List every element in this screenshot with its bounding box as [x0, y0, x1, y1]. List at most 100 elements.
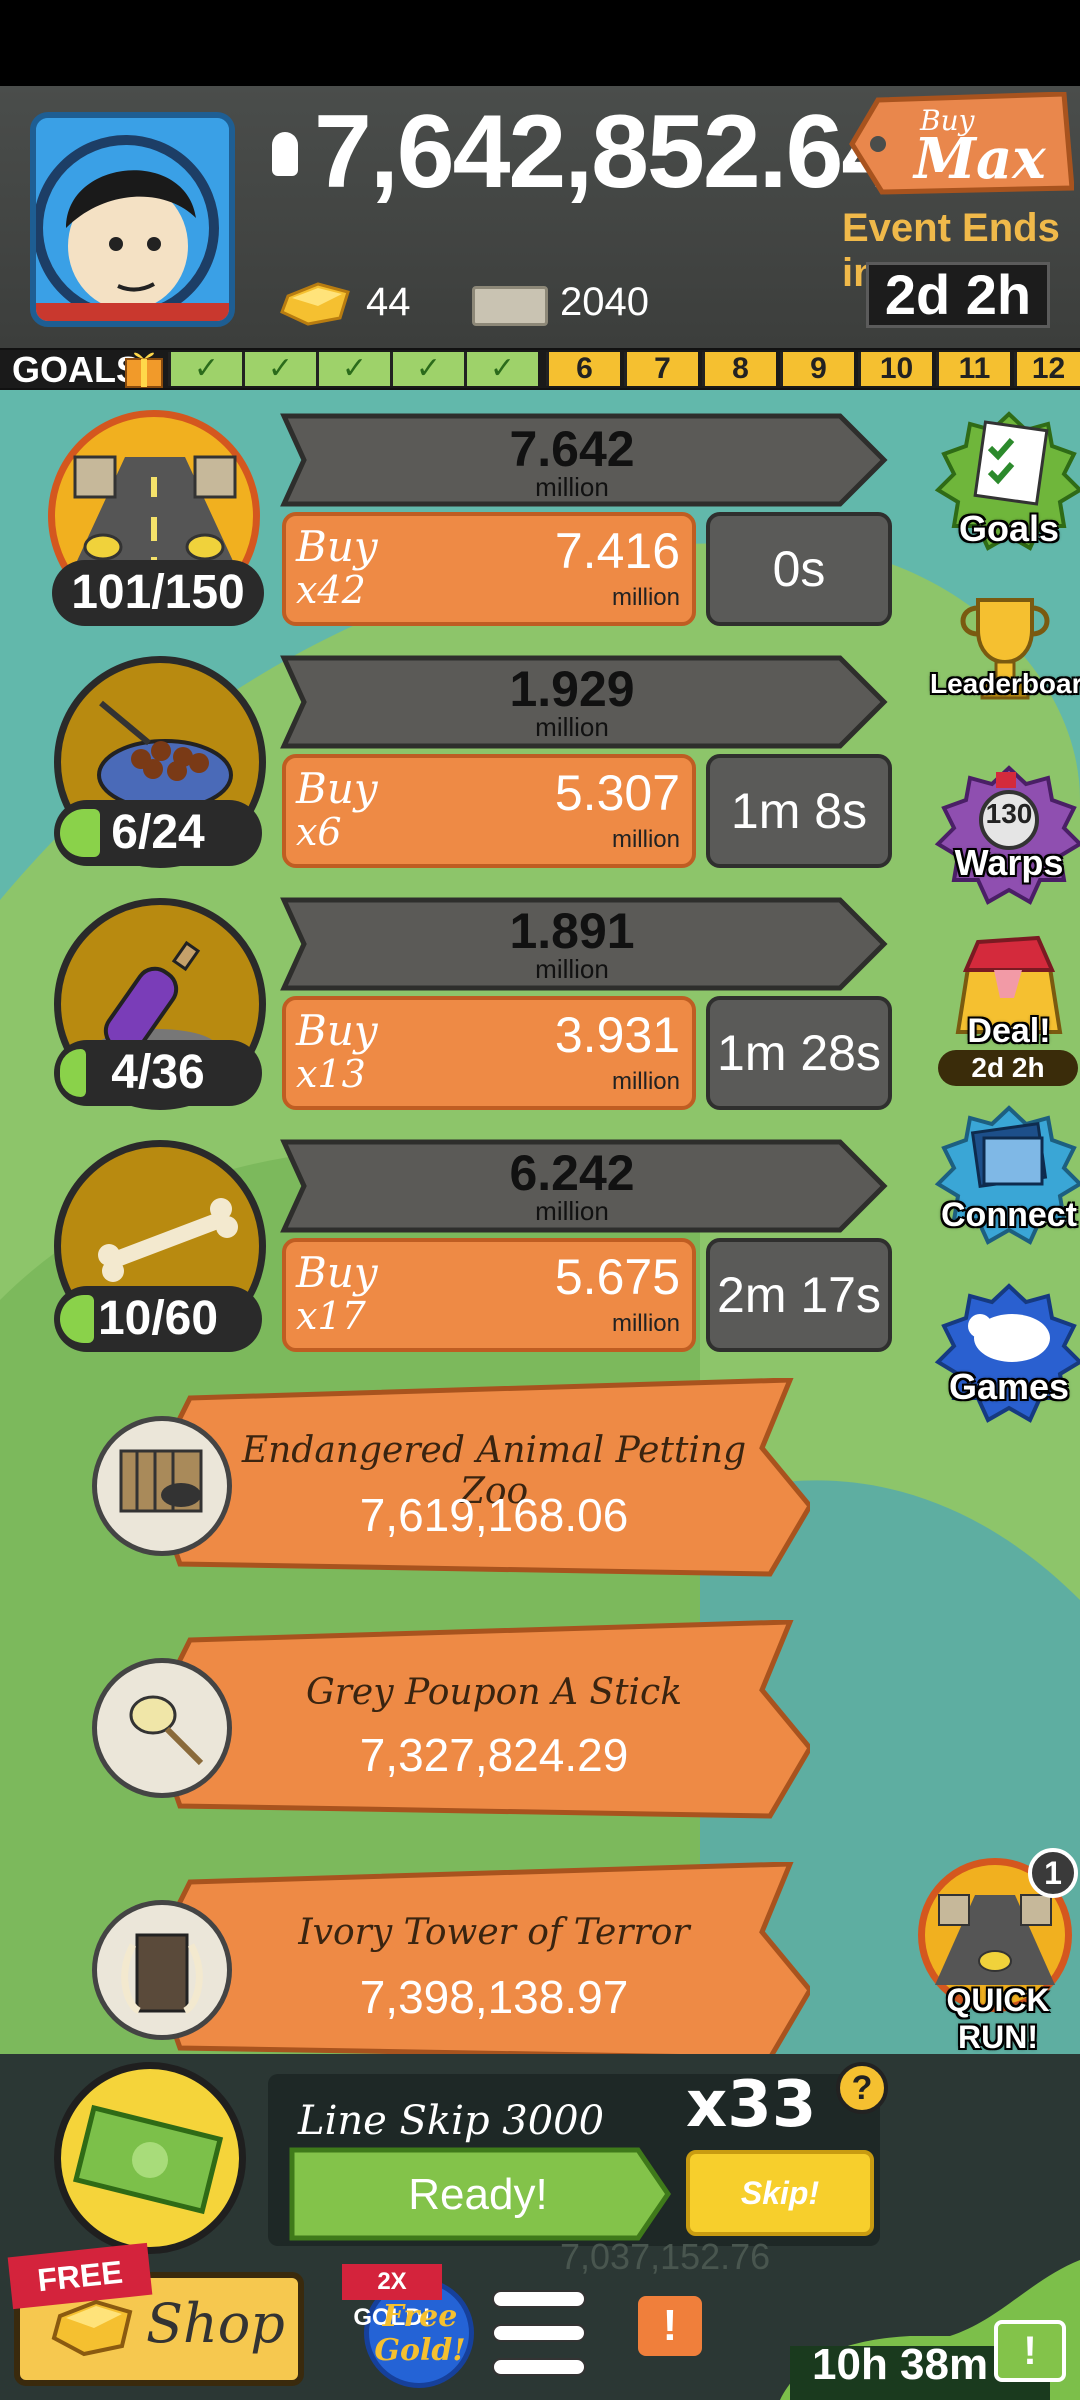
income-unit: million — [535, 712, 609, 742]
business-count-badge: 6/24 — [54, 800, 262, 866]
trophy-icon[interactable] — [930, 580, 1080, 730]
income-unit: million — [535, 472, 609, 502]
manager-cost: 7,327,824.29 — [359, 1729, 629, 1781]
business-progress — [60, 1049, 86, 1097]
quick-run-label: QUICK RUN! — [946, 1982, 1050, 2055]
menu-line — [492, 2290, 586, 2308]
goal-check-icon: ✓ — [168, 352, 242, 386]
buy-label: Buy — [296, 522, 378, 571]
money-icon — [272, 132, 298, 176]
income-unit: million — [535, 954, 609, 984]
ivory-tower-icon — [121, 1933, 203, 2015]
buy-label: Buy — [296, 1248, 378, 1297]
goal-check-icon: ✓ — [464, 352, 538, 386]
buy-button[interactable]: Buy x6 5.307 million — [282, 754, 696, 868]
goal-number: 9 — [780, 352, 854, 386]
warps-side-label: Warps — [954, 842, 1064, 883]
games-side-button[interactable] — [934, 1282, 1080, 1432]
shop-gold-icon — [51, 2299, 133, 2357]
buy-multiplier: x17 — [296, 1294, 366, 1338]
income-value: 1.891 — [509, 903, 635, 959]
line-skip-ticket-icon — [73, 2104, 224, 2215]
buy-max-label: Max — [914, 126, 1046, 192]
business-progress — [60, 1295, 94, 1343]
deal-timer: 2d 2h — [938, 1050, 1078, 1086]
income-value: 6.242 — [509, 1145, 635, 1201]
income-value: 1.929 — [509, 661, 635, 717]
business-count: 101/150 — [71, 566, 245, 619]
shop-label: Shop — [146, 2292, 285, 2355]
manager-portrait — [92, 1900, 232, 2040]
avatar-portrait-icon — [36, 118, 229, 321]
business-progress — [60, 809, 100, 857]
business-timer[interactable]: 1m 28s — [706, 996, 892, 1110]
goal-check-icon: ✓ — [316, 352, 390, 386]
buy-multiplier: x13 — [296, 1052, 366, 1096]
skip-button[interactable]: Skip! — [686, 2150, 874, 2236]
business-timer[interactable]: 0s — [706, 512, 892, 626]
buy-button[interactable]: Buy x13 3.931 million — [282, 996, 696, 1110]
alert-icon[interactable]: ! — [638, 2296, 702, 2356]
business-timer[interactable]: 1m 8s — [706, 754, 892, 868]
buy-multiplier: x42 — [296, 568, 366, 612]
business-count: 6/24 — [111, 806, 205, 859]
income-unit: million — [535, 1196, 609, 1226]
buy-cost-unit: million — [611, 1068, 680, 1095]
buy-cost: 7.416 — [554, 523, 680, 579]
buy-label: Buy — [296, 764, 378, 813]
business-count-badge: 101/150 — [52, 560, 264, 626]
buy-cost-unit: million — [611, 1310, 680, 1337]
status-bar — [0, 0, 1080, 86]
buy-button[interactable]: Buy x42 7.416 million — [282, 512, 696, 626]
player-avatar[interactable] — [30, 112, 235, 327]
ready-label: Ready! — [408, 2170, 548, 2219]
line-skip-multiplier: x33 — [686, 2068, 817, 2142]
gift-icon — [125, 352, 163, 388]
business-count: 4/36 — [111, 1046, 205, 1099]
menu-icon[interactable] — [492, 2290, 586, 2378]
goal-number: 12 — [1014, 352, 1080, 386]
buy-multiplier: x6 — [296, 810, 342, 854]
business-timer[interactable]: 2m 17s — [706, 1238, 892, 1352]
business-count: 10/60 — [97, 1292, 219, 1345]
leaderboard-side-label: Leaderboard — [930, 668, 1080, 699]
mustard-stick-icon — [129, 1695, 204, 1766]
ghost-value: 7,037,152.76 — [560, 2236, 771, 2277]
help-icon[interactable]: ? — [836, 2062, 888, 2114]
manager-banner-2[interactable] — [150, 1620, 810, 1820]
buy-cost: 5.307 — [554, 765, 680, 821]
megabucks-count: 2040 — [560, 280, 649, 324]
buy-cost: 3.931 — [554, 1007, 680, 1063]
goals-side-label: Goals — [958, 508, 1060, 549]
petting-zoo-icon — [119, 1449, 203, 1513]
buy-cost-unit: million — [611, 826, 680, 853]
warps-side-button[interactable] — [934, 764, 1080, 914]
warps-count: 130 — [985, 798, 1033, 829]
goal-number: 7 — [624, 352, 698, 386]
free-gold-label: Free Gold! — [374, 2299, 466, 2368]
manager-portrait — [92, 1658, 232, 1798]
goal-number: 6 — [546, 352, 620, 386]
buy-button[interactable]: Buy x17 5.675 million — [282, 1238, 696, 1352]
goal-number: 8 — [702, 352, 776, 386]
gold-count: 44 — [366, 280, 411, 324]
money-total: 7,642,852.64 — [314, 94, 899, 210]
goals-label: GOALS — [12, 349, 141, 390]
manager-portrait — [92, 1416, 232, 1556]
line-skip-title: Line Skip 3000 — [298, 2098, 605, 2144]
buy-label: Buy — [296, 1006, 378, 1055]
quick-run-count: 1 — [1028, 1848, 1078, 1898]
manager-name: Grey Poupon A Stick — [305, 1672, 683, 1713]
business-count-badge: 10/60 — [54, 1286, 262, 1352]
line-skip-button[interactable] — [54, 2062, 246, 2254]
tv-icon[interactable]: ! — [994, 2320, 1066, 2382]
manager-cost: 7,619,168.06 — [359, 1489, 629, 1541]
manager-banner-3[interactable] — [150, 1862, 810, 2062]
deal-side-label: Deal! — [967, 1012, 1051, 1050]
buy-cost-unit: million — [611, 584, 680, 611]
connect-side-label: Connect — [941, 1196, 1077, 1234]
games-side-label: Games — [948, 1366, 1070, 1407]
menu-line — [492, 2358, 586, 2376]
buy-cost: 5.675 — [554, 1249, 680, 1305]
double-gold-tag: 2X GOLD! — [342, 2264, 442, 2331]
